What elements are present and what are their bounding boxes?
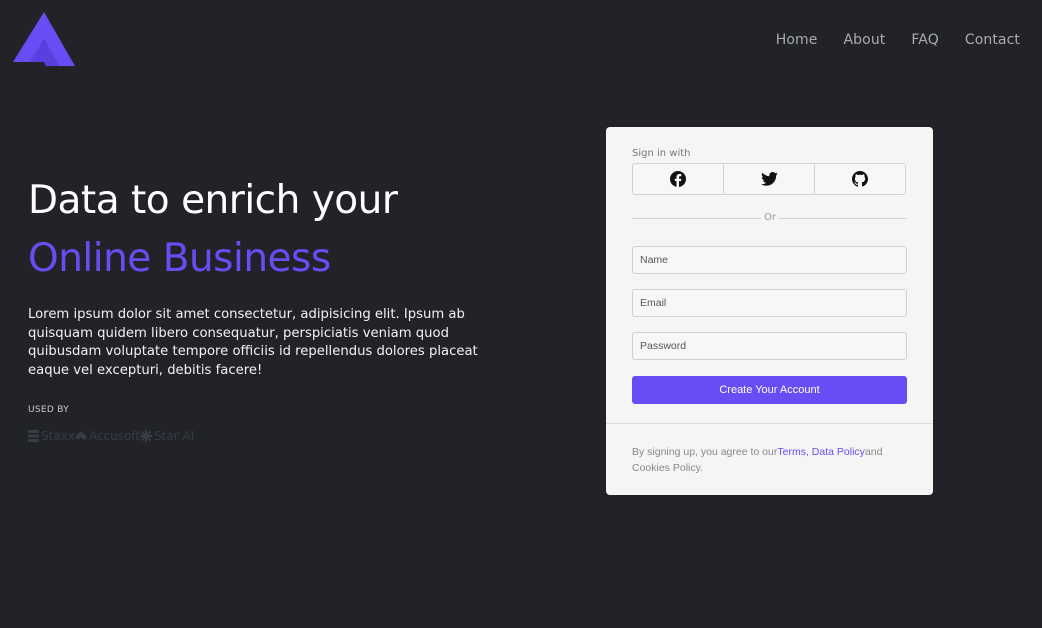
brand-star-ai: Star AI	[140, 429, 194, 443]
terms-prefix: By signing up, you agree to our	[632, 446, 778, 458]
or-label: Or	[761, 212, 779, 223]
diamond-icon	[74, 431, 87, 440]
brand-name: Star AI	[154, 429, 195, 443]
top-nav: Home About FAQ Contact	[750, 32, 1020, 48]
social-signin-buttons	[632, 163, 906, 195]
card-divider	[606, 423, 933, 424]
email-field[interactable]	[632, 289, 907, 317]
nav-faq-link[interactable]: FAQ	[911, 32, 938, 48]
password-field[interactable]	[632, 332, 907, 360]
brand-accusoft: Accusoft	[74, 429, 141, 443]
used-by-label: USED BY	[28, 405, 70, 415]
terms-link[interactable]: Terms	[777, 446, 806, 458]
brand-staxx: Staxx	[28, 429, 75, 443]
nav-about-link[interactable]: About	[844, 32, 886, 48]
github-icon	[852, 171, 868, 187]
twitter-signin-button[interactable]	[723, 163, 815, 195]
brand-logos: Staxx Accusoft Star AI	[28, 429, 488, 443]
facebook-icon	[670, 171, 686, 187]
terms-text: By signing up, you agree to ourTerms, Da…	[632, 444, 887, 476]
nav-home-link[interactable]: Home	[776, 32, 818, 48]
brand-name: Accusoft	[88, 429, 141, 443]
data-policy-link[interactable]: Data Policy	[812, 446, 865, 458]
hero-section: Data to enrich your Online Business Lore…	[28, 178, 488, 443]
asterisk-icon	[140, 430, 153, 442]
hero-title-line1: Data to enrich your	[28, 178, 398, 223]
github-signin-button[interactable]	[814, 163, 906, 195]
hero-description: Lorem ipsum dolor sit amet consectetur, …	[28, 307, 478, 378]
brand-name: Staxx	[41, 429, 75, 443]
hero-title-line2: Online Business	[28, 236, 331, 281]
twitter-icon	[760, 172, 778, 186]
stack-icon	[28, 430, 39, 442]
signin-with-label: Sign in with	[632, 148, 691, 159]
triangle-a-logo-icon[interactable]	[13, 12, 75, 66]
name-field[interactable]	[632, 246, 907, 274]
nav-contact-link[interactable]: Contact	[965, 32, 1020, 48]
create-account-button[interactable]: Create Your Account	[632, 376, 907, 404]
facebook-signin-button[interactable]	[632, 163, 724, 195]
signup-card: Sign in with Or Create Your Account By s…	[606, 127, 933, 495]
